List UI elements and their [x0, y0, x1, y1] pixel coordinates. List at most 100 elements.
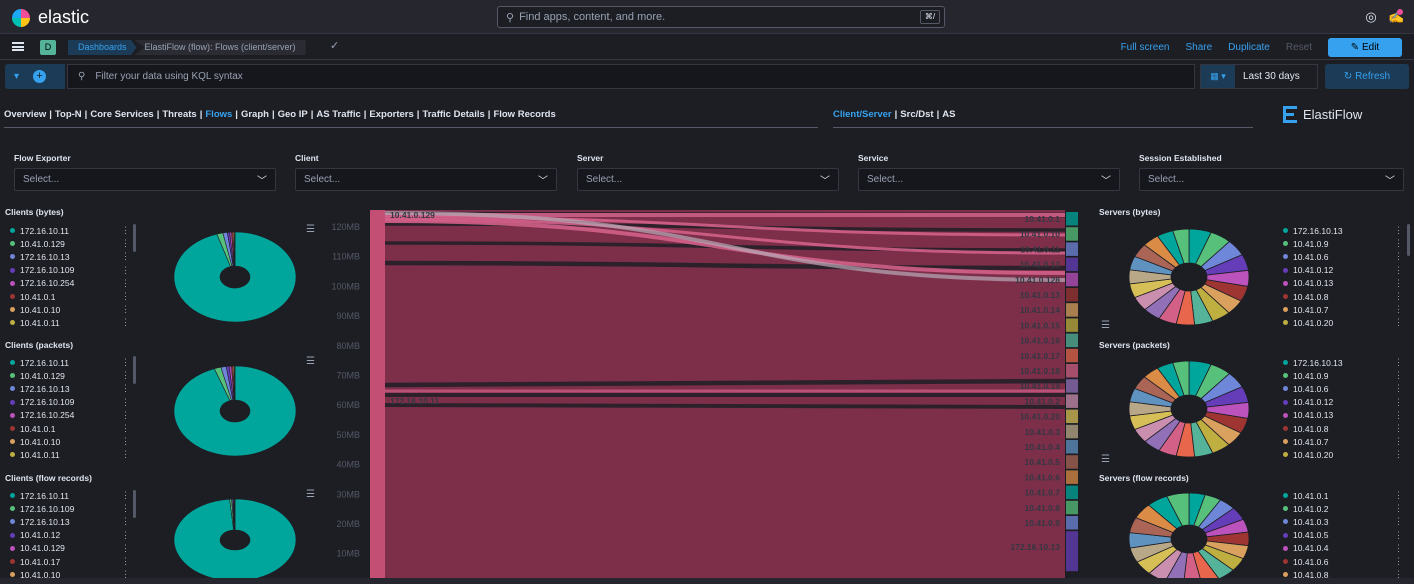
legend-scrollbar[interactable]: [133, 356, 136, 384]
sankey-target-node[interactable]: [1066, 531, 1078, 572]
kebab-icon[interactable]: ⋮: [121, 556, 130, 567]
sankey-target-node[interactable]: [1066, 333, 1078, 348]
refresh-button[interactable]: ↻ Refresh: [1325, 64, 1409, 89]
legend-item[interactable]: 10.41.0.20 ⋮: [1283, 316, 1407, 329]
legend-item[interactable]: 10.41.0.11 ⋮: [10, 316, 134, 329]
flow-exporter-select[interactable]: Select... ﹀: [14, 168, 276, 191]
sankey-target-node[interactable]: [1066, 516, 1078, 530]
legend-item[interactable]: 10.41.0.1 ⋮: [10, 290, 134, 303]
tab-top-n[interactable]: Top-N: [55, 109, 82, 120]
kebab-icon[interactable]: ⋮: [1394, 238, 1403, 249]
legend-item[interactable]: 10.41.0.1 ⋮: [10, 422, 134, 435]
edit-button[interactable]: ✎ Edit: [1328, 38, 1402, 57]
legend-item[interactable]: 10.41.0.8 ⋮: [1283, 290, 1407, 303]
kebab-icon[interactable]: ⋮: [1394, 291, 1403, 302]
service-select[interactable]: Select... ﹀: [858, 168, 1120, 191]
sankey-target-node[interactable]: [1066, 364, 1078, 378]
kebab-icon[interactable]: ⋮: [1394, 383, 1403, 394]
subtab-src-dst[interactable]: Src/Dst: [900, 109, 933, 120]
legend-item[interactable]: 10.41.0.12 ⋮: [1283, 264, 1407, 277]
date-picker[interactable]: ▦ ▾ Last 30 days: [1200, 64, 1318, 89]
legend-item[interactable]: 10.41.0.12 ⋮: [1283, 396, 1407, 409]
legend-toggle-icon[interactable]: ☰: [1101, 454, 1110, 465]
breadcrumb-dashboards[interactable]: Dashboards: [68, 40, 137, 55]
kebab-icon[interactable]: ⋮: [121, 251, 130, 262]
kebab-icon[interactable]: ⋮: [121, 449, 130, 460]
space-avatar[interactable]: D: [40, 40, 56, 55]
sankey-target-node[interactable]: [1066, 470, 1078, 484]
share-button[interactable]: Share: [1185, 42, 1212, 53]
kebab-icon[interactable]: ⋮: [121, 423, 130, 434]
legend-item[interactable]: 10.41.0.9 ⋮: [1283, 369, 1407, 382]
legend-item[interactable]: 10.41.0.6 ⋮: [1283, 555, 1407, 568]
sankey-target-node[interactable]: [1066, 318, 1078, 332]
elastic-logo[interactable]: elastic: [12, 7, 89, 28]
sankey-target-node[interactable]: [1066, 303, 1078, 317]
legend-item[interactable]: 10.41.0.3 ⋮: [1283, 515, 1407, 528]
legend-item[interactable]: 172.16.10.11 ⋮: [10, 489, 134, 502]
kebab-icon[interactable]: ⋮: [121, 317, 130, 328]
kebab-icon[interactable]: ⋮: [1394, 503, 1403, 514]
kebab-icon[interactable]: ⋮: [1394, 530, 1403, 541]
sankey-target-node[interactable]: [1066, 348, 1078, 363]
kebab-icon[interactable]: ⋮: [121, 436, 130, 447]
legend-item[interactable]: 10.41.0.9 ⋮: [1283, 237, 1407, 250]
client-select[interactable]: Select... ﹀: [295, 168, 557, 191]
server-select[interactable]: Select... ﹀: [577, 168, 839, 191]
legend-item[interactable]: 172.16.10.13 ⋮: [1283, 224, 1407, 237]
kebab-icon[interactable]: ⋮: [121, 490, 130, 501]
tab-core-services[interactable]: Core Services: [90, 109, 153, 120]
kebab-icon[interactable]: ⋮: [121, 357, 130, 368]
legend-item[interactable]: 10.41.0.2 ⋮: [1283, 502, 1407, 515]
kebab-icon[interactable]: ⋮: [121, 503, 130, 514]
subtab-as[interactable]: AS: [942, 109, 955, 120]
sankey-target-node[interactable]: [1066, 212, 1078, 226]
duplicate-button[interactable]: Duplicate: [1228, 42, 1270, 53]
legend-item[interactable]: 10.41.0.12 ⋮: [10, 529, 134, 542]
legend-item[interactable]: 10.41.0.10 ⋮: [10, 303, 134, 316]
legend-toggle-icon[interactable]: ☰: [1101, 320, 1110, 331]
check-icon[interactable]: ✓: [330, 39, 339, 52]
kebab-icon[interactable]: ⋮: [1394, 556, 1403, 567]
legend-item[interactable]: 10.41.0.13 ⋮: [1283, 409, 1407, 422]
calendar-icon[interactable]: ▦ ▾: [1201, 65, 1235, 88]
kebab-icon[interactable]: ⋮: [121, 238, 130, 249]
sankey-target-node[interactable]: [1066, 257, 1078, 272]
tab-traffic-details[interactable]: Traffic Details: [422, 109, 484, 120]
legend-item[interactable]: 10.41.0.4 ⋮: [1283, 542, 1407, 555]
kebab-icon[interactable]: ⋮: [1394, 410, 1403, 421]
kebab-icon[interactable]: ⋮: [121, 516, 130, 527]
sankey-target-node[interactable]: [1066, 379, 1078, 393]
legend-item[interactable]: 10.41.0.129 ⋮: [10, 369, 134, 382]
sankey-target-node[interactable]: [1066, 288, 1078, 302]
sankey-target-node[interactable]: [1066, 424, 1078, 439]
news-feed-icon[interactable]: ✍: [1388, 9, 1404, 25]
kebab-icon[interactable]: ⋮: [121, 304, 130, 315]
legend-item[interactable]: 172.16.10.109 ⋮: [10, 396, 134, 409]
sankey-target-node[interactable]: [1066, 409, 1078, 424]
legend-item[interactable]: 10.41.0.20 ⋮: [1283, 448, 1407, 461]
kebab-icon[interactable]: ⋮: [121, 225, 130, 236]
kebab-icon[interactable]: ⋮: [121, 383, 130, 394]
legend-item[interactable]: 172.16.10.109 ⋮: [10, 502, 134, 515]
legend-scrollbar[interactable]: [1407, 224, 1410, 256]
legend-item[interactable]: 172.16.10.11 ⋮: [10, 224, 134, 237]
sankey-target-node[interactable]: [1066, 485, 1078, 500]
kebab-icon[interactable]: ⋮: [1394, 516, 1403, 527]
sankey-source-node[interactable]: [370, 210, 385, 578]
kebab-icon[interactable]: ⋮: [121, 278, 130, 289]
legend-item[interactable]: 172.16.10.13 ⋮: [10, 382, 134, 395]
tab-threats[interactable]: Threats: [162, 109, 196, 120]
legend-item[interactable]: 10.41.0.5 ⋮: [1283, 529, 1407, 542]
kebab-icon[interactable]: ⋮: [121, 543, 130, 554]
legend-item[interactable]: 10.41.0.1 ⋮: [1283, 489, 1407, 502]
kql-query-input[interactable]: ⚲ Filter your data using KQL syntax: [67, 64, 1195, 89]
kebab-icon[interactable]: ⋮: [121, 370, 130, 381]
kebab-icon[interactable]: ⋮: [1394, 265, 1403, 276]
tab-flows[interactable]: Flows: [205, 109, 232, 120]
subtab-client-server[interactable]: Client/Server: [833, 109, 892, 120]
legend-item[interactable]: 172.16.10.13 ⋮: [10, 515, 134, 528]
kebab-icon[interactable]: ⋮: [1394, 225, 1403, 236]
legend-item[interactable]: 10.41.0.129 ⋮: [10, 237, 134, 250]
date-range-label[interactable]: Last 30 days: [1235, 71, 1300, 82]
